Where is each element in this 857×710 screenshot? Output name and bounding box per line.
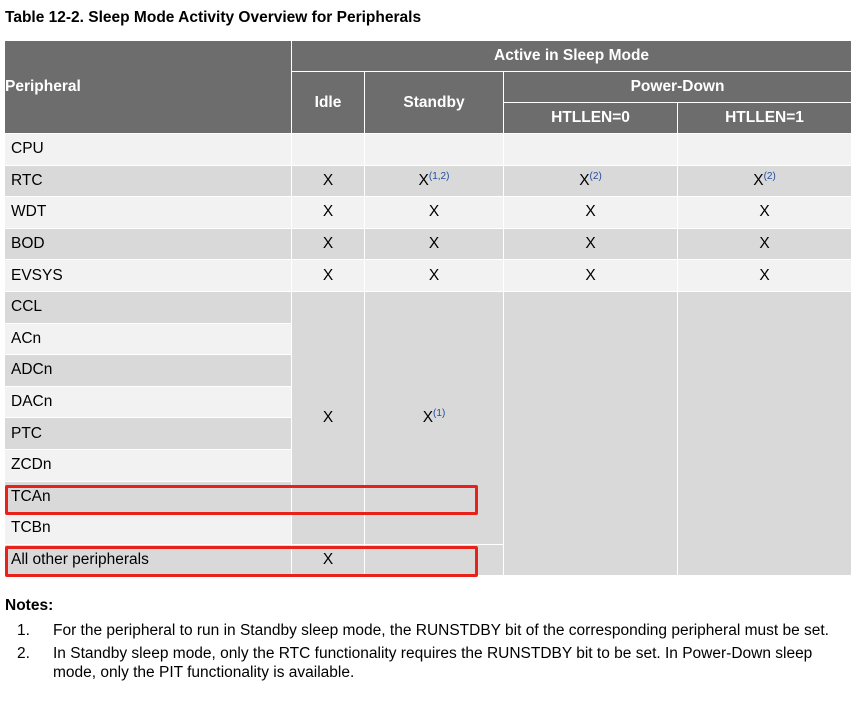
- standby-cell: X: [364, 259, 504, 292]
- peripheral-name: CCL: [4, 290, 292, 324]
- idle-cell: [291, 133, 365, 166]
- peripheral-name: ADCn: [4, 354, 292, 387]
- group-standby-cell: X(1): [364, 290, 504, 545]
- peripheral-name: WDT: [4, 196, 292, 229]
- footnote-ref[interactable]: (1,2): [429, 171, 450, 182]
- peripheral-name: ZCDn: [4, 448, 292, 482]
- pd-htllen0-cell: X: [503, 259, 678, 292]
- pd-htllen1-cell: X(2): [676, 164, 853, 198]
- table-row: CCL X X(1): [4, 290, 853, 577]
- pd-htllen0-cell: X: [503, 227, 678, 261]
- table-title: Table 12-2. Sleep Mode Activity Overview…: [5, 9, 422, 26]
- footnote-ref[interactable]: (1): [433, 408, 445, 419]
- header-standby: Standby: [364, 71, 504, 134]
- header-peripheral: Peripheral: [4, 40, 292, 134]
- group-pd-htllen0-cell: [503, 290, 678, 577]
- peripheral-name: TCAn: [4, 480, 292, 514]
- peripheral-name: BOD: [4, 227, 292, 261]
- peripheral-name: RTC: [4, 164, 292, 198]
- peripheral-name: CPU: [4, 133, 292, 166]
- footnote-ref[interactable]: (2): [590, 171, 602, 182]
- note-text: In Standby sleep mode, only the RTC func…: [53, 645, 813, 681]
- note-text: For the peripheral to run in Standby sle…: [53, 622, 829, 639]
- pd-htllen1-cell: X: [676, 227, 853, 261]
- idle-cell: X: [291, 259, 365, 292]
- standby-cell: [364, 133, 504, 166]
- idle-cell: X: [291, 196, 365, 229]
- pd-htllen1-cell: [676, 133, 853, 166]
- standby-cell: [364, 543, 504, 577]
- standby-cell: X: [364, 227, 504, 261]
- header-active-in-sleep-mode: Active in Sleep Mode: [290, 40, 853, 72]
- note-number: 2.: [17, 645, 30, 662]
- peripheral-name: DACn: [4, 385, 292, 419]
- notes-heading: Notes:: [5, 597, 54, 614]
- table-row: CPU: [4, 133, 853, 166]
- pd-htllen0-cell: X(2): [503, 164, 678, 198]
- pd-htllen0-cell: [503, 133, 678, 166]
- sleep-mode-table: Peripheral Active in Sleep Mode Idle Sta…: [4, 40, 853, 577]
- idle-cell: X: [291, 164, 365, 198]
- pd-htllen1-cell: X: [676, 259, 853, 292]
- table-row: RTC X X(1,2) X(2) X(2): [4, 164, 853, 198]
- peripheral-name: EVSYS: [4, 259, 292, 292]
- table-row: EVSYS X X X X: [4, 259, 853, 292]
- note-item: 1. For the peripheral to run in Standby …: [5, 621, 850, 640]
- note-number: 1.: [17, 622, 30, 639]
- standby-cell: X(1,2): [364, 164, 504, 198]
- note-item: 2. In Standby sleep mode, only the RTC f…: [5, 644, 850, 682]
- table-row: BOD X X X X: [4, 227, 853, 261]
- table-row: WDT X X X X: [4, 196, 853, 229]
- notes-section: Notes: 1. For the peripheral to run in S…: [5, 597, 850, 686]
- idle-cell: X: [291, 227, 365, 261]
- peripheral-name: TCBn: [4, 512, 292, 545]
- footnote-ref[interactable]: (2): [764, 171, 776, 182]
- pd-htllen0-cell: X: [503, 196, 678, 229]
- standby-cell: X: [364, 196, 504, 229]
- header-htllen0: HTLLEN=0: [503, 102, 678, 134]
- group-pd-htllen1-cell: [676, 290, 853, 577]
- group-idle-cell: X: [291, 290, 365, 545]
- header-idle: Idle: [291, 71, 365, 134]
- peripheral-name: All other peripherals: [4, 543, 292, 577]
- header-htllen1: HTLLEN=1: [676, 102, 853, 134]
- peripheral-name: ACn: [4, 322, 292, 356]
- idle-cell: X: [291, 543, 365, 577]
- header-power-down: Power-Down: [502, 71, 853, 103]
- peripheral-name: PTC: [4, 417, 292, 450]
- pd-htllen1-cell: X: [676, 196, 853, 229]
